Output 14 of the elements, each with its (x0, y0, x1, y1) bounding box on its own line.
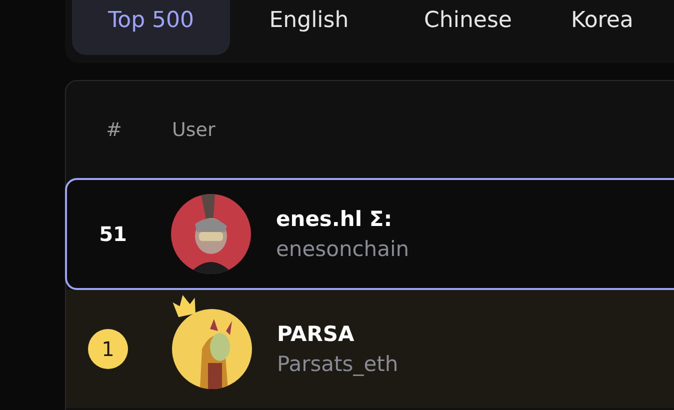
user-handle: Parsats_eth (277, 352, 398, 376)
leaderboard-row[interactable]: 1 PARSA Parsats_eth (66, 290, 674, 408)
column-header: # (105, 118, 123, 140)
column-header: User (172, 118, 216, 140)
tab[interactable]: Top 500 (72, 0, 230, 55)
user-name: PARSA (277, 322, 356, 346)
tab[interactable]: English (233, 0, 385, 55)
user-handle: enesonchain (276, 237, 410, 261)
user-name: enes.hl Σ: (276, 207, 394, 231)
rank-number: 51 (99, 222, 127, 246)
leaderboard-row[interactable]: 51 enes.hl Σ: enesonchain (65, 178, 674, 290)
tab[interactable]: Korea (551, 0, 654, 55)
rank-badge: 1 (88, 329, 128, 369)
tab[interactable]: Chinese (388, 0, 548, 55)
